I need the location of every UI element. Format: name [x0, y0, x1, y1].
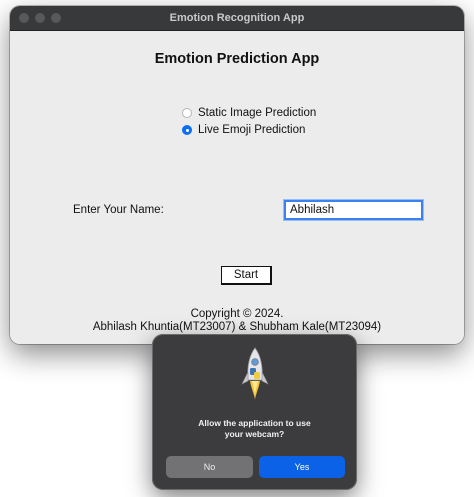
radio-live-emoji[interactable]: Live Emoji Prediction — [182, 124, 305, 136]
radio-live-emoji-label: Live Emoji Prediction — [198, 124, 306, 136]
dialog-message-line-2: your webcam? — [224, 429, 285, 439]
radio-static-image[interactable]: Static Image Prediction — [182, 107, 316, 119]
dialog-message: Allow the application to use your webcam… — [162, 418, 347, 440]
no-button[interactable]: No — [166, 456, 253, 478]
python-launcher-rocket-icon — [241, 347, 269, 400]
screen: Emotion Recognition App Emotion Predicti… — [0, 0, 474, 497]
start-button[interactable]: Start — [221, 266, 272, 285]
name-label: Enter Your Name: — [73, 204, 164, 216]
app-window: Emotion Recognition App Emotion Predicti… — [10, 6, 464, 344]
app-heading: Emotion Prediction App — [154, 51, 320, 67]
radio-button-selected[interactable] — [182, 125, 192, 135]
name-input[interactable] — [283, 199, 424, 221]
webcam-permission-dialog: Allow the application to use your webcam… — [152, 334, 357, 490]
yes-button[interactable]: Yes — [259, 456, 345, 478]
title-bar[interactable]: Emotion Recognition App — [10, 6, 464, 31]
dialog-message-line-1: Allow the application to use — [198, 418, 311, 428]
window-title: Emotion Recognition App — [169, 12, 305, 24]
copyright-line: Copyright © 2024. — [190, 308, 284, 320]
authors-line: Abhilash Khuntia(MT23007) & Shubham Kale… — [92, 321, 382, 333]
radio-static-image-label: Static Image Prediction — [198, 107, 317, 119]
app-content: Emotion Prediction App Static Image Pred… — [10, 31, 464, 344]
radio-button-unselected[interactable] — [182, 108, 192, 118]
